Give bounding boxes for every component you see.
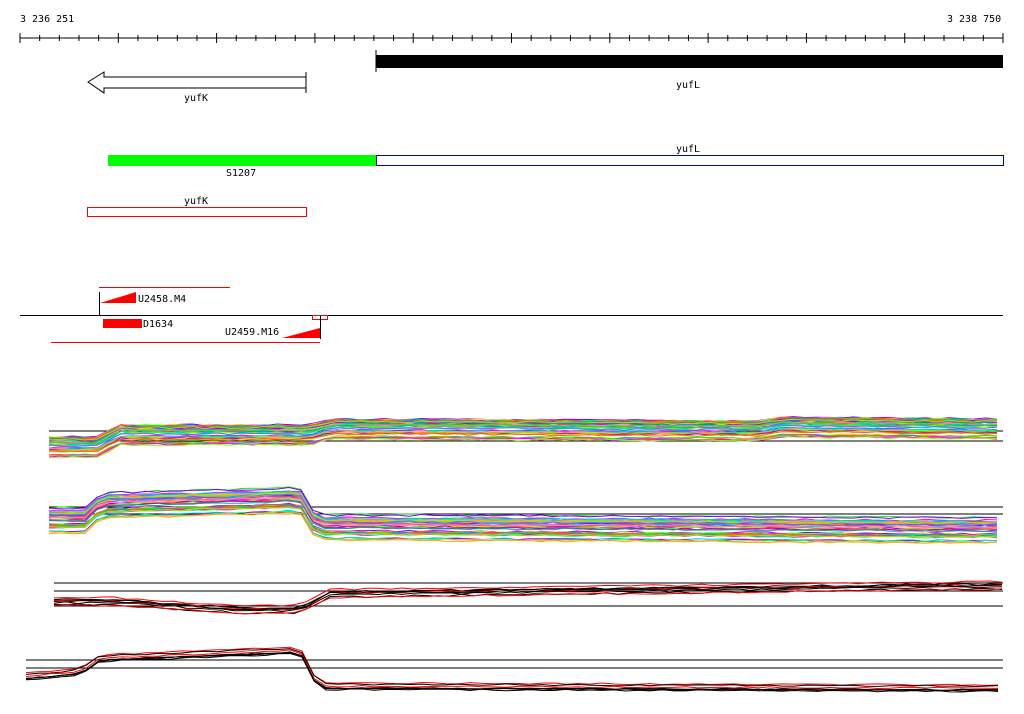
feature-U2459[interactable]: U2459.M16 xyxy=(51,315,328,343)
expression-track-3 xyxy=(53,580,1003,615)
expression-track-2 xyxy=(48,486,1003,544)
feature-U2458[interactable]: U2458.M4 xyxy=(99,287,230,317)
D1634-label: D1634 xyxy=(143,319,173,330)
gene-yufK-red[interactable]: yufK xyxy=(87,196,307,217)
gene-yufL-bar-label: yufL xyxy=(676,80,700,91)
yufK-red-label: yufK xyxy=(184,196,208,207)
S1207-bar[interactable] xyxy=(108,155,376,166)
expression-profile-line xyxy=(25,652,999,693)
ruler-start-label: 3 236 251 xyxy=(20,14,74,25)
U2458-marker[interactable] xyxy=(100,292,136,303)
coordinate-ruler: 3 236 251 3 238 750 xyxy=(19,14,1004,43)
D1634-bar[interactable] xyxy=(103,319,142,328)
expression-profile-line xyxy=(25,646,999,686)
expression-profile-line xyxy=(25,649,999,690)
expression-track-1 xyxy=(48,416,1003,459)
transcript-yufL-outline[interactable]: yufL xyxy=(376,144,1004,166)
expression-track-4 xyxy=(25,646,1003,693)
transcript-S1207[interactable]: S1207 xyxy=(108,155,376,179)
ruler-end-label: 3 238 750 xyxy=(947,14,1001,25)
gene-yufK-arrow-shape[interactable] xyxy=(87,71,307,94)
gene-yufK-arrow-label: yufK xyxy=(184,93,208,104)
U2459-label: U2459.M16 xyxy=(225,327,279,338)
gene-yufL-bar[interactable]: yufL xyxy=(375,50,1003,91)
expression-profile-line xyxy=(53,580,1003,607)
S1207-label: S1207 xyxy=(226,168,256,179)
yufK-red-box[interactable] xyxy=(87,207,307,217)
yufL-outline-label: yufL xyxy=(676,144,700,155)
gene-yufL-bar-shape[interactable] xyxy=(376,55,1003,68)
gene-yufK-arrow[interactable]: yufK xyxy=(87,71,307,104)
U2458-label: U2458.M4 xyxy=(138,294,186,305)
genome-browser-view: 3 236 251 3 238 750 yufK yufL S1207 yufL… xyxy=(19,14,1004,693)
yufL-outline-box[interactable] xyxy=(376,155,1004,166)
feature-D1634[interactable]: D1634 xyxy=(103,319,173,330)
U2459-marker[interactable] xyxy=(282,328,320,338)
